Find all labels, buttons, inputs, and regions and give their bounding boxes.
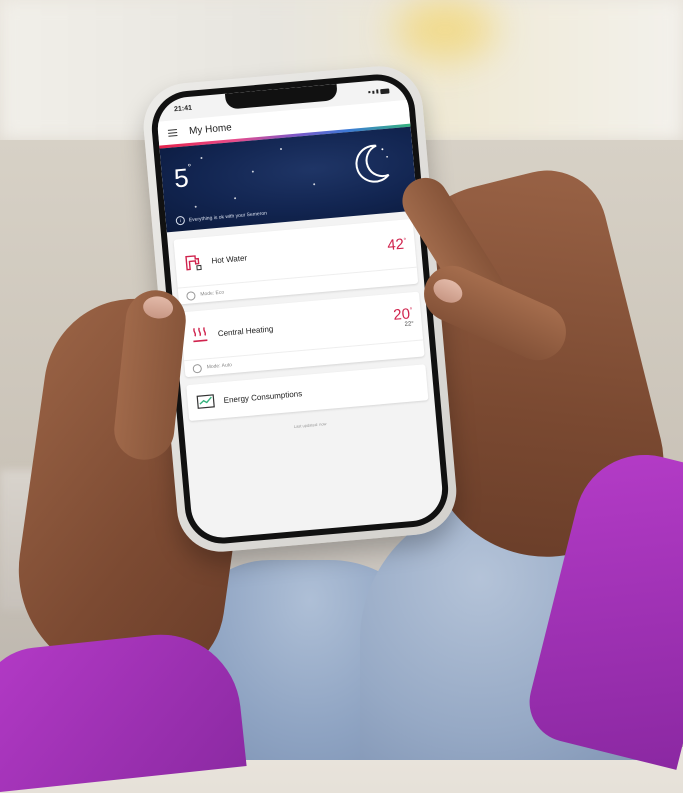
page-title: My Home <box>188 121 233 137</box>
device-cards: Hot Water 42° Mode: Eco Central Heating … <box>167 210 436 438</box>
system-status: i Everything is ok with your Semeron <box>175 209 267 226</box>
central-heating-card[interactable]: Central Heating 20° 22° Mode: Auto <box>179 291 425 378</box>
energy-monitor-icon <box>196 394 215 409</box>
system-status-text: Everything is ok with your Semeron <box>188 210 268 223</box>
star <box>194 205 197 208</box>
info-icon: i <box>175 215 186 226</box>
degree-symbol: ° <box>187 161 192 173</box>
status-time: 21:41 <box>173 104 193 113</box>
signal-icon <box>368 91 371 94</box>
central-heating-label: Central Heating <box>217 323 274 338</box>
hot-water-card[interactable]: Hot Water 42° Mode: Eco <box>173 218 419 305</box>
phone-bezel: 21:41 My Home 5° i Everything is ok with… <box>148 71 452 547</box>
clock-icon <box>192 363 203 374</box>
star <box>200 156 203 160</box>
tap-icon <box>185 255 202 271</box>
hot-water-mode-text: Mode: Eco <box>200 289 225 298</box>
hot-water-temperature-value: 42 <box>386 235 405 254</box>
star <box>251 170 254 173</box>
central-heating-temperature: 20° <box>393 305 414 323</box>
thumbnail <box>142 294 175 320</box>
energy-label: Energy Consumptions <box>223 388 303 405</box>
star <box>313 183 316 186</box>
phone-screen: 21:41 My Home 5° i Everything is ok with… <box>155 77 445 541</box>
signal-icon <box>376 89 379 94</box>
outside-temperature: 5° <box>173 162 194 194</box>
moon-icon <box>355 144 390 183</box>
status-icons <box>368 87 390 95</box>
degree-symbol: ° <box>403 236 407 245</box>
smartphone: 21:41 My Home 5° i Everything is ok with… <box>140 62 460 556</box>
central-heating-mode-text: Mode: Auto <box>206 362 233 371</box>
mode-icon <box>186 290 196 301</box>
hot-water-label: Hot Water <box>211 252 248 266</box>
star <box>234 197 237 200</box>
left-sleeve <box>0 626 247 793</box>
star <box>279 147 283 151</box>
signal-icon <box>372 90 375 94</box>
battery-icon <box>380 87 390 94</box>
hot-water-temperature: 42° <box>386 235 408 254</box>
radiator-icon <box>193 327 208 343</box>
background-flower <box>395 0 495 60</box>
degree-symbol: ° <box>409 306 413 314</box>
thumbnail <box>429 274 467 308</box>
menu-icon[interactable] <box>167 128 178 137</box>
